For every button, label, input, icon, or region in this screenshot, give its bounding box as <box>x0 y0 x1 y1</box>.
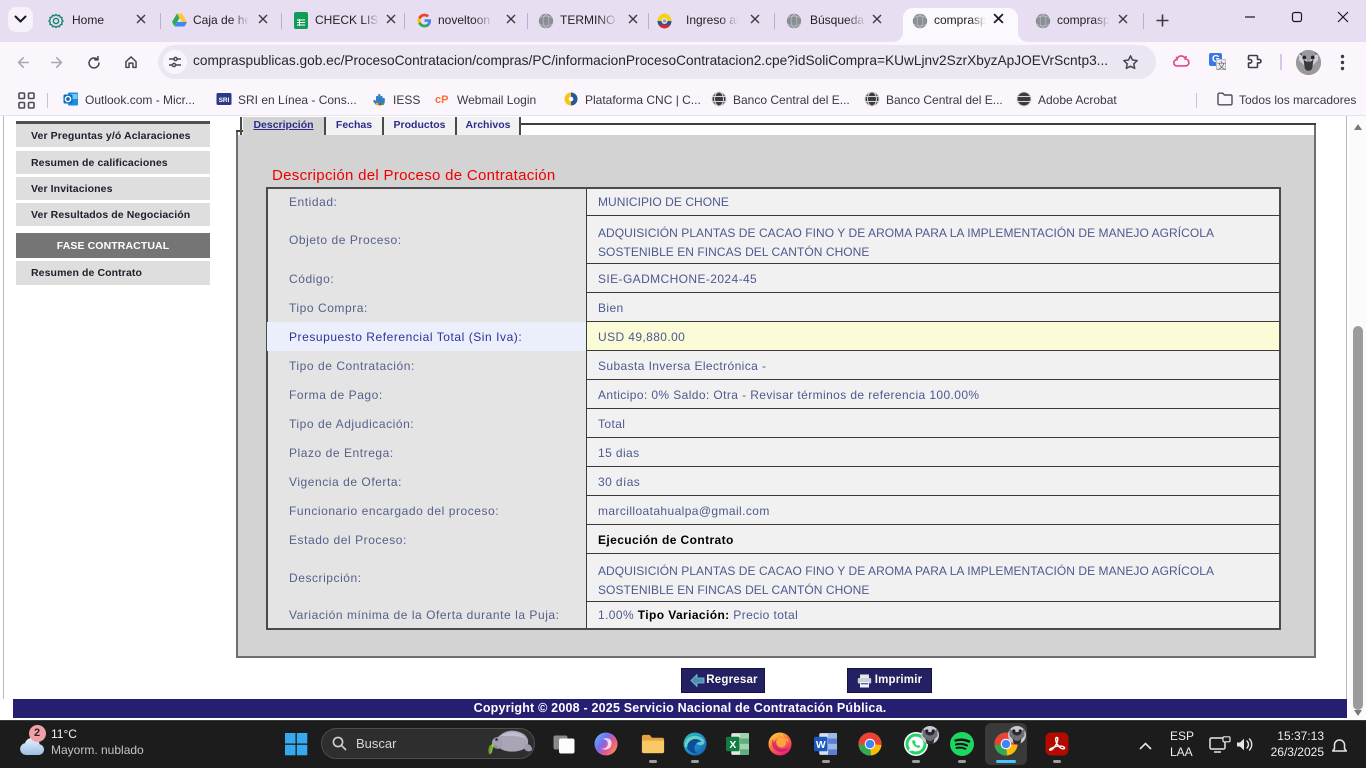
svg-text:W: W <box>816 740 826 751</box>
svg-text:X: X <box>729 740 736 751</box>
svg-text:SRI: SRI <box>219 97 230 104</box>
svg-text:cP: cP <box>435 94 448 106</box>
